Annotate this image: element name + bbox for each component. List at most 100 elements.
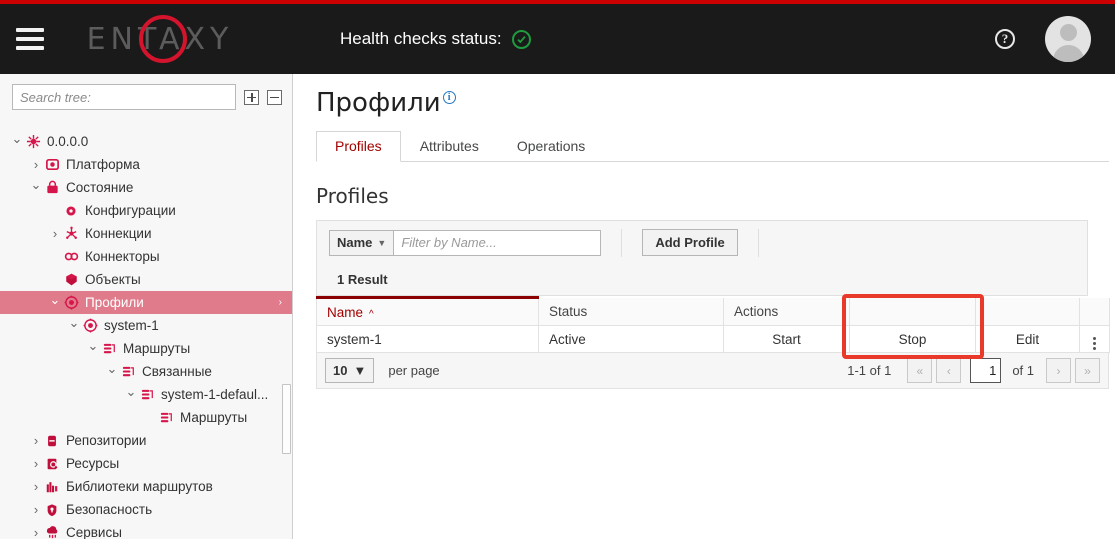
chevron-right-icon[interactable]: ›	[48, 227, 62, 240]
column-header-label: Name	[327, 304, 364, 320]
chevron-down-icon[interactable]: ⌄	[67, 316, 81, 329]
info-icon[interactable]: i	[442, 91, 456, 104]
table-body: system-1 Active Start Stop Edit	[316, 325, 1110, 353]
tree-item-коннекторы[interactable]: Коннекторы	[0, 245, 292, 268]
routes-icon	[157, 410, 175, 426]
page-number-input[interactable]	[970, 358, 1002, 383]
sidebar-scrollbar-thumb[interactable]	[282, 384, 291, 454]
chevron-down-icon[interactable]: ⌄	[86, 339, 100, 352]
column-header-status[interactable]: Status	[538, 297, 724, 326]
column-header-actions[interactable]: Actions	[723, 297, 850, 326]
add-profile-button[interactable]: Add Profile	[642, 229, 738, 256]
page-title: Профили i	[316, 88, 1115, 118]
table-row[interactable]: system-1 Active Start Stop Edit	[316, 325, 1110, 353]
tree-item-label: Связанные	[142, 364, 212, 379]
hamburger-icon[interactable]	[16, 28, 44, 50]
more-vertical-icon[interactable]	[1079, 325, 1110, 353]
resources-icon	[43, 456, 61, 472]
tree-item-библиотеки-маршрутов[interactable]: › Библиотеки маршрутов	[0, 475, 292, 498]
tree-item-label: Платформа	[66, 157, 140, 172]
tree-item-репозитории[interactable]: › Репозитории	[0, 429, 292, 452]
per-page-select[interactable]: 10 ▼	[325, 358, 375, 383]
tab-bar: Profiles Attributes Operations	[316, 130, 1109, 162]
tree-item-сервисы[interactable]: › Сервисы	[0, 521, 292, 539]
tree-item-label: system-1-defaul...	[161, 387, 269, 402]
routes-icon	[138, 387, 156, 403]
search-tree-input[interactable]	[12, 84, 236, 110]
sidebar: ⌄ 0.0.0.0 › Платформа ⌄ Состояние Конфигурации…	[0, 74, 293, 539]
chevron-down-icon[interactable]: ⌄	[29, 178, 43, 191]
chevron-down-icon: ▼	[377, 237, 387, 248]
column-header-name[interactable]: Name ^	[316, 296, 539, 326]
tree-item-конфигурации[interactable]: Конфигурации	[0, 199, 292, 222]
chevron-down-icon[interactable]: ⌄	[10, 132, 24, 145]
stop-action-cell[interactable]: Stop	[849, 325, 976, 353]
tree-item-маршруты[interactable]: Маршруты	[0, 406, 292, 429]
tree-item-маршруты[interactable]: ⌄ Маршруты	[0, 337, 292, 360]
tree-item-label: Безопасность	[66, 502, 153, 517]
collapse-all-icon[interactable]	[267, 89, 282, 105]
tab-attributes[interactable]: Attributes	[401, 131, 498, 162]
platform-icon	[43, 157, 61, 173]
connections-icon	[62, 226, 80, 242]
routes-icon	[100, 341, 118, 357]
prev-page-button[interactable]: ‹	[936, 358, 962, 383]
tab-operations[interactable]: Operations	[498, 131, 604, 162]
tree-item-связанные[interactable]: ⌄ Связанные	[0, 360, 292, 383]
state-icon	[43, 180, 61, 196]
shield-icon	[43, 502, 61, 518]
tab-profiles[interactable]: Profiles	[316, 131, 401, 162]
tree-item-label: Конфигурации	[85, 203, 176, 218]
table-header-row: Name ^ Status Actions	[316, 296, 1110, 326]
result-count-bar: 1 Result	[316, 264, 1088, 296]
logo-ring-icon	[139, 15, 187, 63]
chevron-right-icon[interactable]: ›	[29, 457, 43, 470]
tree-item-label: Коннекции	[85, 226, 152, 241]
tree-item-профили[interactable]: ⌄ Профили ›	[0, 291, 292, 314]
tree-item-ресурсы[interactable]: › Ресурсы	[0, 452, 292, 475]
first-page-button[interactable]: «	[907, 358, 933, 383]
pagination-range: 1-1 of 1	[847, 363, 892, 378]
last-page-button[interactable]: »	[1075, 358, 1100, 383]
objects-icon	[62, 272, 80, 288]
entaxy-logo: ENTAXY	[80, 15, 240, 63]
tree-item-label: system-1	[104, 318, 159, 333]
chevron-right-icon[interactable]: ›	[29, 480, 43, 493]
chevron-right-icon[interactable]: ›	[29, 158, 43, 171]
tree-item-0-0-0-0[interactable]: ⌄ 0.0.0.0	[0, 130, 292, 153]
toolbar-divider-2	[757, 228, 759, 257]
filter-field-select[interactable]: Name ▼	[329, 229, 394, 256]
tree-item-безопасность[interactable]: › Безопасность	[0, 498, 292, 521]
filter-input[interactable]	[393, 229, 602, 256]
chevron-down-icon[interactable]: ⌄	[48, 293, 62, 306]
start-action-cell[interactable]: Start	[723, 325, 850, 353]
services-icon	[43, 525, 61, 539]
tree-item-system-1[interactable]: ⌄ system-1	[0, 314, 292, 337]
sort-asc-icon: ^	[369, 308, 374, 320]
tree-item-label: 0.0.0.0	[47, 134, 89, 149]
tree-item-платформа[interactable]: › Платформа	[0, 153, 292, 176]
tree-item-label: Профили	[85, 295, 144, 310]
page-title-text: Профили	[316, 88, 441, 118]
tree-item-коннекции[interactable]: › Коннекции	[0, 222, 292, 245]
expand-all-icon[interactable]	[244, 89, 259, 105]
chevron-right-icon[interactable]: ›	[29, 526, 43, 539]
chevron-down-icon: ▼	[353, 363, 367, 378]
per-page-label: per page	[388, 363, 440, 378]
edit-action-cell[interactable]: Edit	[975, 325, 1080, 353]
column-header-blank	[1079, 297, 1110, 326]
chevron-down-icon[interactable]: ⌄	[124, 385, 138, 398]
next-page-button[interactable]: ›	[1046, 358, 1071, 383]
tree-item-объекты[interactable]: Объекты	[0, 268, 292, 291]
tree-item-состояние[interactable]: ⌄ Состояние	[0, 176, 292, 199]
chevron-down-icon[interactable]: ⌄	[105, 362, 119, 375]
chevron-right-icon[interactable]: ›	[29, 503, 43, 516]
help-circle-icon[interactable]: ?	[995, 29, 1015, 49]
tree-item-system-1-defaul-[interactable]: ⌄ system-1-defaul...	[0, 383, 292, 406]
chevron-right-icon[interactable]: ›	[29, 434, 43, 447]
gear-icon	[62, 203, 80, 219]
chevron-right-icon[interactable]: ›	[279, 297, 282, 308]
repository-icon	[43, 433, 61, 449]
user-avatar-icon[interactable]	[1045, 16, 1091, 62]
filter-field-label: Name	[337, 235, 373, 250]
